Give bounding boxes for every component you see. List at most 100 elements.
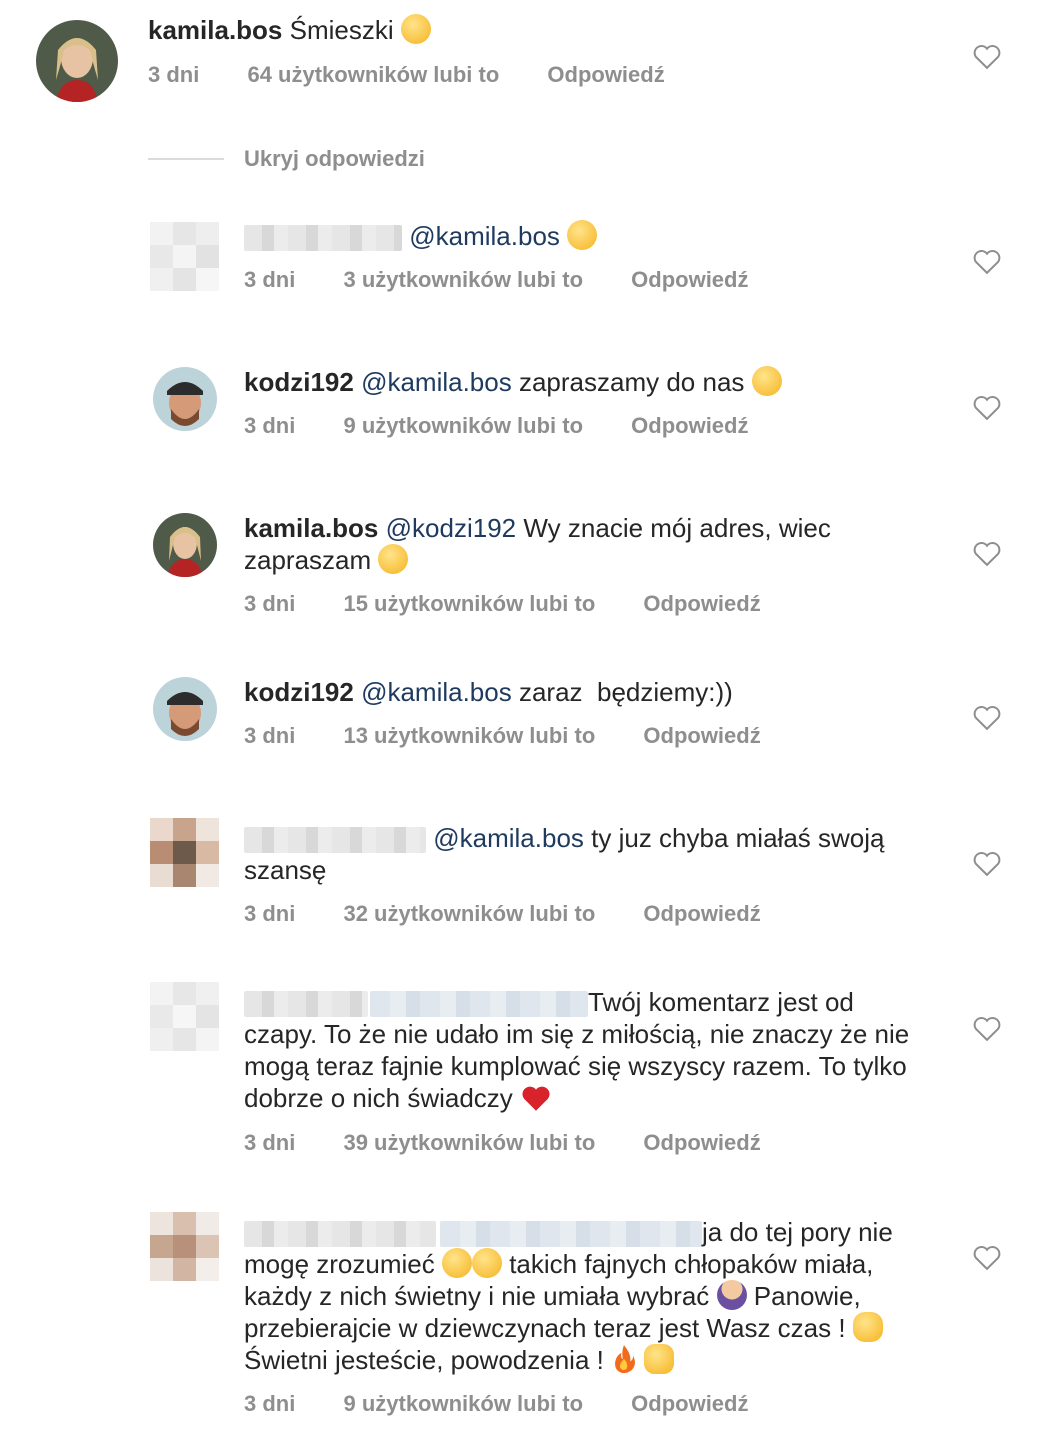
like-heart-icon[interactable]: [972, 1014, 1002, 1042]
raised-fist-emoji: [644, 1344, 675, 1374]
blurred-mention: [440, 1221, 702, 1248]
comment-body-line-3: każdy z nich świetny i nie umiała wybrać: [244, 1281, 710, 1311]
comment-body-line-3: mogą teraz fajnie kumplować się wszyscy …: [244, 1051, 907, 1081]
comment-text: kamila.bos @kodzi192 Wy znacie mój adres…: [244, 512, 944, 576]
likes-count[interactable]: 64 użytkowników lubi to: [247, 62, 499, 88]
username[interactable]: kodzi192: [244, 677, 354, 707]
reply-button[interactable]: Odpowiedź: [643, 723, 760, 749]
comment-body: Śmieszki: [289, 15, 394, 45]
replies-divider: [148, 158, 224, 160]
comment-body-line-3b: Panowie,: [753, 1281, 861, 1311]
likes-count[interactable]: 15 użytkowników lubi to: [343, 591, 595, 617]
comment-meta: 3 dni 13 użytkowników lubi to Odpowiedź: [244, 723, 761, 749]
comment-text: @kamila.bos ty juz chyba miałaś swoją sz…: [244, 822, 944, 886]
mention-link[interactable]: @kamila.bos: [361, 677, 512, 707]
comment-body-line-2: czapy. To że nie udało im się z miłością…: [244, 1019, 910, 1049]
blurred-avatar: [150, 1212, 220, 1282]
reply-button[interactable]: Odpowiedź: [631, 413, 748, 439]
timestamp[interactable]: 3 dni: [244, 1130, 295, 1156]
timestamp[interactable]: 3 dni: [244, 1391, 295, 1417]
comment-meta: 3 dni 32 użytkowników lubi to Odpowiedź: [244, 901, 761, 927]
blurred-username: [244, 1221, 436, 1248]
username[interactable]: kamila.bos: [244, 513, 378, 543]
like-heart-icon[interactable]: [972, 539, 1002, 567]
reply-button[interactable]: Odpowiedź: [643, 901, 760, 927]
comment-body: Twój komentarz jest od: [588, 987, 854, 1017]
like-heart-icon[interactable]: [972, 703, 1002, 731]
blurred-avatar: [150, 222, 220, 292]
comment-text: @kamila.bos: [244, 220, 598, 252]
eye-roll-emoji: [471, 1248, 502, 1278]
comment-body-line-2: mogę zrozumieć: [244, 1249, 435, 1279]
flexed-biceps-emoji: [852, 1312, 883, 1342]
mention-link[interactable]: @kamila.bos: [361, 367, 512, 397]
comment-body-line-2: szansę: [244, 855, 327, 885]
reply-button[interactable]: Odpowiedź: [631, 267, 748, 293]
like-heart-icon[interactable]: [972, 42, 1002, 70]
avatar-kodzi192[interactable]: [153, 677, 217, 741]
likes-count[interactable]: 13 użytkowników lubi to: [343, 723, 595, 749]
fire-emoji: [615, 1345, 636, 1374]
reply-button[interactable]: Odpowiedź: [547, 62, 664, 88]
avatar-kamila-bos[interactable]: [36, 20, 118, 102]
comment-meta: 3 dni 39 użytkowników lubi to Odpowiedź: [244, 1130, 761, 1156]
comment-meta: 3 dni 9 użytkowników lubi to Odpowiedź: [244, 413, 748, 439]
reply-button[interactable]: Odpowiedź: [643, 591, 760, 617]
likes-count[interactable]: 3 użytkowników lubi to: [343, 267, 583, 293]
blurred-username: [244, 991, 368, 1018]
timestamp[interactable]: 3 dni: [244, 723, 295, 749]
comment-body-line-4: dobrze o nich świadczy: [244, 1083, 513, 1113]
kissing-emoji: [751, 366, 782, 396]
comment-body: zaraz będziemy:)): [518, 677, 733, 707]
comment-meta: 3 dni 3 użytkowników lubi to Odpowiedź: [244, 267, 748, 293]
timestamp[interactable]: 3 dni: [148, 62, 199, 88]
comment-body-line-2: zapraszam: [244, 545, 372, 575]
reply-button[interactable]: Odpowiedź: [631, 1391, 748, 1417]
timestamp[interactable]: 3 dni: [244, 901, 295, 927]
comment-text: kodzi192 @kamila.bos zaraz będziemy:)): [244, 676, 733, 708]
comment-body-line-5: Świetni jesteście, powodzenia !: [244, 1345, 604, 1375]
timestamp[interactable]: 3 dni: [244, 591, 295, 617]
zipper-mouth-emoji: [567, 220, 598, 250]
mention-link[interactable]: @kodzi192: [386, 513, 516, 543]
comment-body: ja do tej pory nie: [702, 1217, 893, 1247]
timestamp[interactable]: 3 dni: [244, 267, 295, 293]
laughing-tears-emoji: [400, 14, 431, 44]
smiling-emoji: [378, 544, 409, 574]
mention-link[interactable]: @kamila.bos: [409, 221, 560, 251]
likes-count[interactable]: 39 użytkowników lubi to: [343, 1130, 595, 1156]
like-heart-icon[interactable]: [972, 1243, 1002, 1271]
timestamp[interactable]: 3 dni: [244, 413, 295, 439]
comment-body-line-4: przebierajcie w dziewczynach teraz jest …: [244, 1313, 846, 1343]
comment-meta: 3 dni 15 użytkowników lubi to Odpowiedź: [244, 591, 761, 617]
blurred-avatar: [150, 982, 220, 1052]
thinking-emoji: [441, 1248, 472, 1278]
like-heart-icon[interactable]: [972, 393, 1002, 421]
comment-body: ty juz chyba miałaś swoją: [591, 823, 885, 853]
comment-text: Twój komentarz jest od czapy. To że nie …: [244, 986, 954, 1114]
red-heart-emoji: [522, 1086, 550, 1111]
blurred-username: [244, 827, 426, 854]
facepalm-emoji: [716, 1280, 747, 1310]
blurred-mention: [370, 991, 588, 1018]
comment-text: kamila.bos Śmieszki: [148, 14, 431, 46]
comment-meta: 3 dni 64 użytkowników lubi to Odpowiedź: [148, 62, 665, 88]
comment-body: zapraszamy do nas: [518, 367, 745, 397]
like-heart-icon[interactable]: [972, 849, 1002, 877]
like-heart-icon[interactable]: [972, 247, 1002, 275]
username[interactable]: kodzi192: [244, 367, 354, 397]
mention-link[interactable]: @kamila.bos: [433, 823, 584, 853]
reply-button[interactable]: Odpowiedź: [643, 1130, 760, 1156]
likes-count[interactable]: 9 użytkowników lubi to: [343, 1391, 583, 1417]
hide-replies-button[interactable]: Ukryj odpowiedzi: [244, 146, 425, 172]
likes-count[interactable]: 9 użytkowników lubi to: [343, 413, 583, 439]
username[interactable]: kamila.bos: [148, 15, 282, 45]
avatar-kamila-bos[interactable]: [153, 513, 217, 577]
comment-text: ja do tej pory nie mogę zrozumieć takich…: [244, 1216, 954, 1376]
comment-body-line-2b: takich fajnych chłopaków miała,: [509, 1249, 874, 1279]
comment-meta: 3 dni 9 użytkowników lubi to Odpowiedź: [244, 1391, 748, 1417]
avatar-kodzi192[interactable]: [153, 367, 217, 431]
likes-count[interactable]: 32 użytkowników lubi to: [343, 901, 595, 927]
blurred-username: [244, 225, 402, 252]
blurred-avatar: [150, 818, 220, 888]
